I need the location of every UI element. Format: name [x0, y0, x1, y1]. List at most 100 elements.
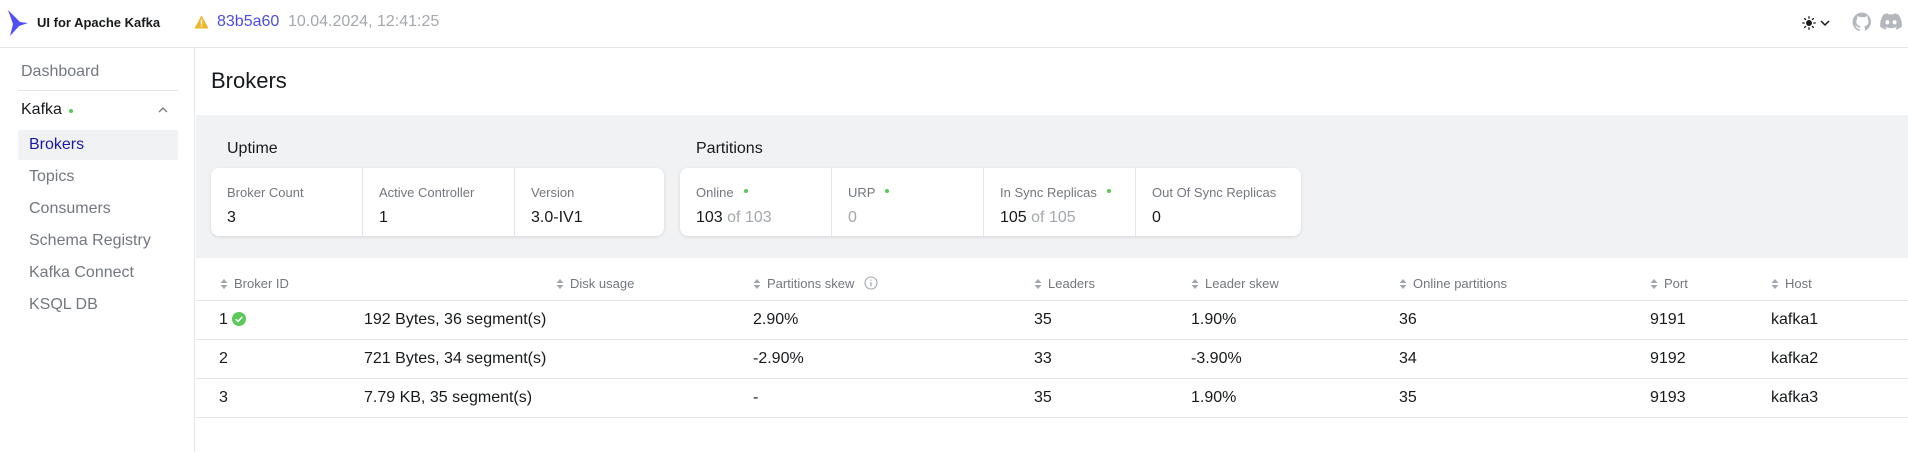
stat-value: 0 — [848, 209, 857, 226]
stat-value: 105 of 105 — [1000, 209, 1135, 227]
cell-text: 3 — [219, 388, 228, 406]
stat-total: of 105 — [1031, 209, 1076, 226]
cell-online-partitions: 35 — [1399, 378, 1650, 418]
stat-out-of-sync-replicas: Out Of Sync Replicas 0 — [1136, 168, 1301, 236]
column-label: Host — [1785, 276, 1812, 292]
cell-text: 1.90% — [1191, 388, 1237, 406]
cell-host: kafka2 — [1771, 339, 1908, 379]
cell-host: kafka1 — [1771, 300, 1908, 340]
column-label: Online partitions — [1413, 276, 1507, 292]
cell-text: -2.90% — [753, 349, 804, 367]
sidebar-item-ksql-db[interactable]: KSQL DB — [18, 290, 178, 320]
column-label: Leader skew — [1205, 276, 1279, 292]
stat-version: Version 3.0-IV1 — [515, 168, 664, 236]
sidebar-item-kafka-connect[interactable]: Kafka Connect — [18, 258, 178, 288]
cell-leader-skew: -3.90% — [1191, 339, 1399, 379]
stat-total: of 103 — [727, 209, 772, 226]
cell-text: kafka3 — [1771, 388, 1819, 406]
sidebar-cluster-kafka[interactable]: Kafka — [18, 98, 178, 122]
stat-number: 105 — [1000, 209, 1027, 226]
theme-toggle[interactable] — [1796, 11, 1836, 35]
stat-broker-count: Broker Count 3 — [211, 168, 363, 236]
cell-text: 35 — [1399, 388, 1417, 406]
column-header-online-partitions[interactable]: Online partitions — [1399, 268, 1650, 301]
cell-text: 1 — [219, 310, 228, 328]
table-row: 3 7.79 KB, 35 segment(s) - 35 1.90% 35 9193 kaf… — [196, 378, 1908, 418]
column-header-port[interactable]: Port — [1650, 268, 1771, 301]
cell-port: 9191 — [1650, 300, 1771, 340]
stat-online: Online 103 of 103 — [680, 168, 832, 236]
sidebar-item-topics[interactable]: Topics — [18, 162, 178, 192]
stat-label: Active Controller — [379, 185, 475, 200]
cell-leader-skew: 1.90% — [1191, 300, 1399, 340]
column-header-leaders[interactable]: Leaders — [1034, 268, 1191, 301]
column-header-leader-skew[interactable]: Leader skew — [1191, 268, 1399, 301]
sidebar-item-brokers[interactable]: Brokers — [18, 130, 178, 160]
cell-text: 721 Bytes, 34 segment(s) — [364, 349, 547, 367]
stat-label: URP — [848, 185, 876, 200]
cell-broker-id[interactable]: 3 — [196, 378, 364, 418]
cell-text: 2 — [219, 349, 228, 367]
cluster-status-dot — [69, 109, 73, 113]
sidebar: Dashboard Kafka Brokers Topics Consumers… — [0, 48, 195, 452]
cell-text: 33 — [1034, 349, 1052, 367]
cell-text: 34 — [1399, 349, 1417, 367]
page-title: Brokers — [211, 68, 287, 93]
sidebar-item-dashboard[interactable]: Dashboard — [18, 60, 178, 84]
cell-text: 1.90% — [1191, 310, 1237, 328]
table-row: 1 192 Bytes, 36 segment(s) 2.90% 35 1.90% 36 9… — [196, 300, 1908, 340]
stat-number: 103 — [696, 209, 723, 226]
status-dot — [743, 188, 748, 193]
cell-broker-id[interactable]: 1 — [196, 300, 364, 340]
sidebar-item-consumers[interactable]: Consumers — [18, 194, 178, 224]
sidebar-item-schema-registry[interactable]: Schema Registry — [18, 226, 178, 256]
column-header-partitions-skew[interactable]: Partitions skew — [753, 268, 1034, 301]
stat-active-controller: Active Controller 1 — [363, 168, 515, 236]
column-header-disk-usage[interactable]: Disk usage — [364, 268, 753, 301]
kafka-logo[interactable] — [6, 9, 30, 37]
cell-text: 9192 — [1650, 349, 1686, 367]
column-label: Broker ID — [234, 276, 289, 292]
sort-icon — [1771, 279, 1779, 290]
cell-text: 36 — [1399, 310, 1417, 328]
cell-text: -3.90% — [1191, 349, 1242, 367]
stat-value: 3 — [227, 209, 236, 226]
sort-icon — [1650, 279, 1658, 290]
version-commit-link[interactable]: 83b5a60 — [217, 13, 279, 31]
cell-text: 7.79 KB, 35 segment(s) — [364, 388, 533, 406]
column-label: Leaders — [1048, 276, 1095, 292]
partitions-stats: Online 103 of 103 URP 0 In Sync Replicas… — [680, 168, 1301, 236]
cell-text: 192 Bytes, 36 segment(s) — [364, 310, 547, 328]
cell-host: kafka3 — [1771, 378, 1908, 418]
cell-text: 2.90% — [753, 310, 799, 328]
cell-leader-skew: 1.90% — [1191, 378, 1399, 418]
cell-port: 9192 — [1650, 339, 1771, 379]
sort-icon — [1191, 279, 1199, 290]
app-title[interactable]: UI for Apache Kafka — [37, 15, 160, 30]
cell-text: - — [753, 388, 759, 406]
uptime-section-title: Uptime — [227, 140, 278, 157]
cell-text: 35 — [1034, 310, 1052, 328]
stat-value: 0 — [1152, 209, 1161, 226]
column-header-host[interactable]: Host — [1771, 268, 1908, 301]
table-header-row: Broker ID Disk usage Partitions skew Lea… — [196, 268, 1908, 301]
cell-leaders: 35 — [1034, 300, 1191, 340]
cell-leaders: 35 — [1034, 378, 1191, 418]
cell-text: 9193 — [1650, 388, 1686, 406]
discord-icon[interactable] — [1880, 13, 1902, 31]
table-row: 2 721 Bytes, 34 segment(s) -2.90% 33 -3.90% 3… — [196, 339, 1908, 379]
cell-broker-id[interactable]: 2 — [196, 339, 364, 379]
status-dot — [885, 188, 890, 193]
stat-value: 1 — [379, 209, 388, 226]
column-header-broker-id[interactable]: Broker ID — [196, 268, 364, 301]
github-icon[interactable] — [1852, 12, 1872, 32]
cell-partitions-skew: -2.90% — [753, 339, 1034, 379]
info-icon[interactable] — [864, 276, 878, 290]
column-label: Port — [1664, 276, 1688, 292]
stat-value: 3.0-IV1 — [531, 209, 583, 226]
chevron-up-icon[interactable] — [157, 104, 169, 116]
cell-text: kafka2 — [1771, 349, 1819, 367]
cell-text: 35 — [1034, 388, 1052, 406]
cell-leaders: 33 — [1034, 339, 1191, 379]
cluster-name: Kafka — [21, 101, 62, 118]
